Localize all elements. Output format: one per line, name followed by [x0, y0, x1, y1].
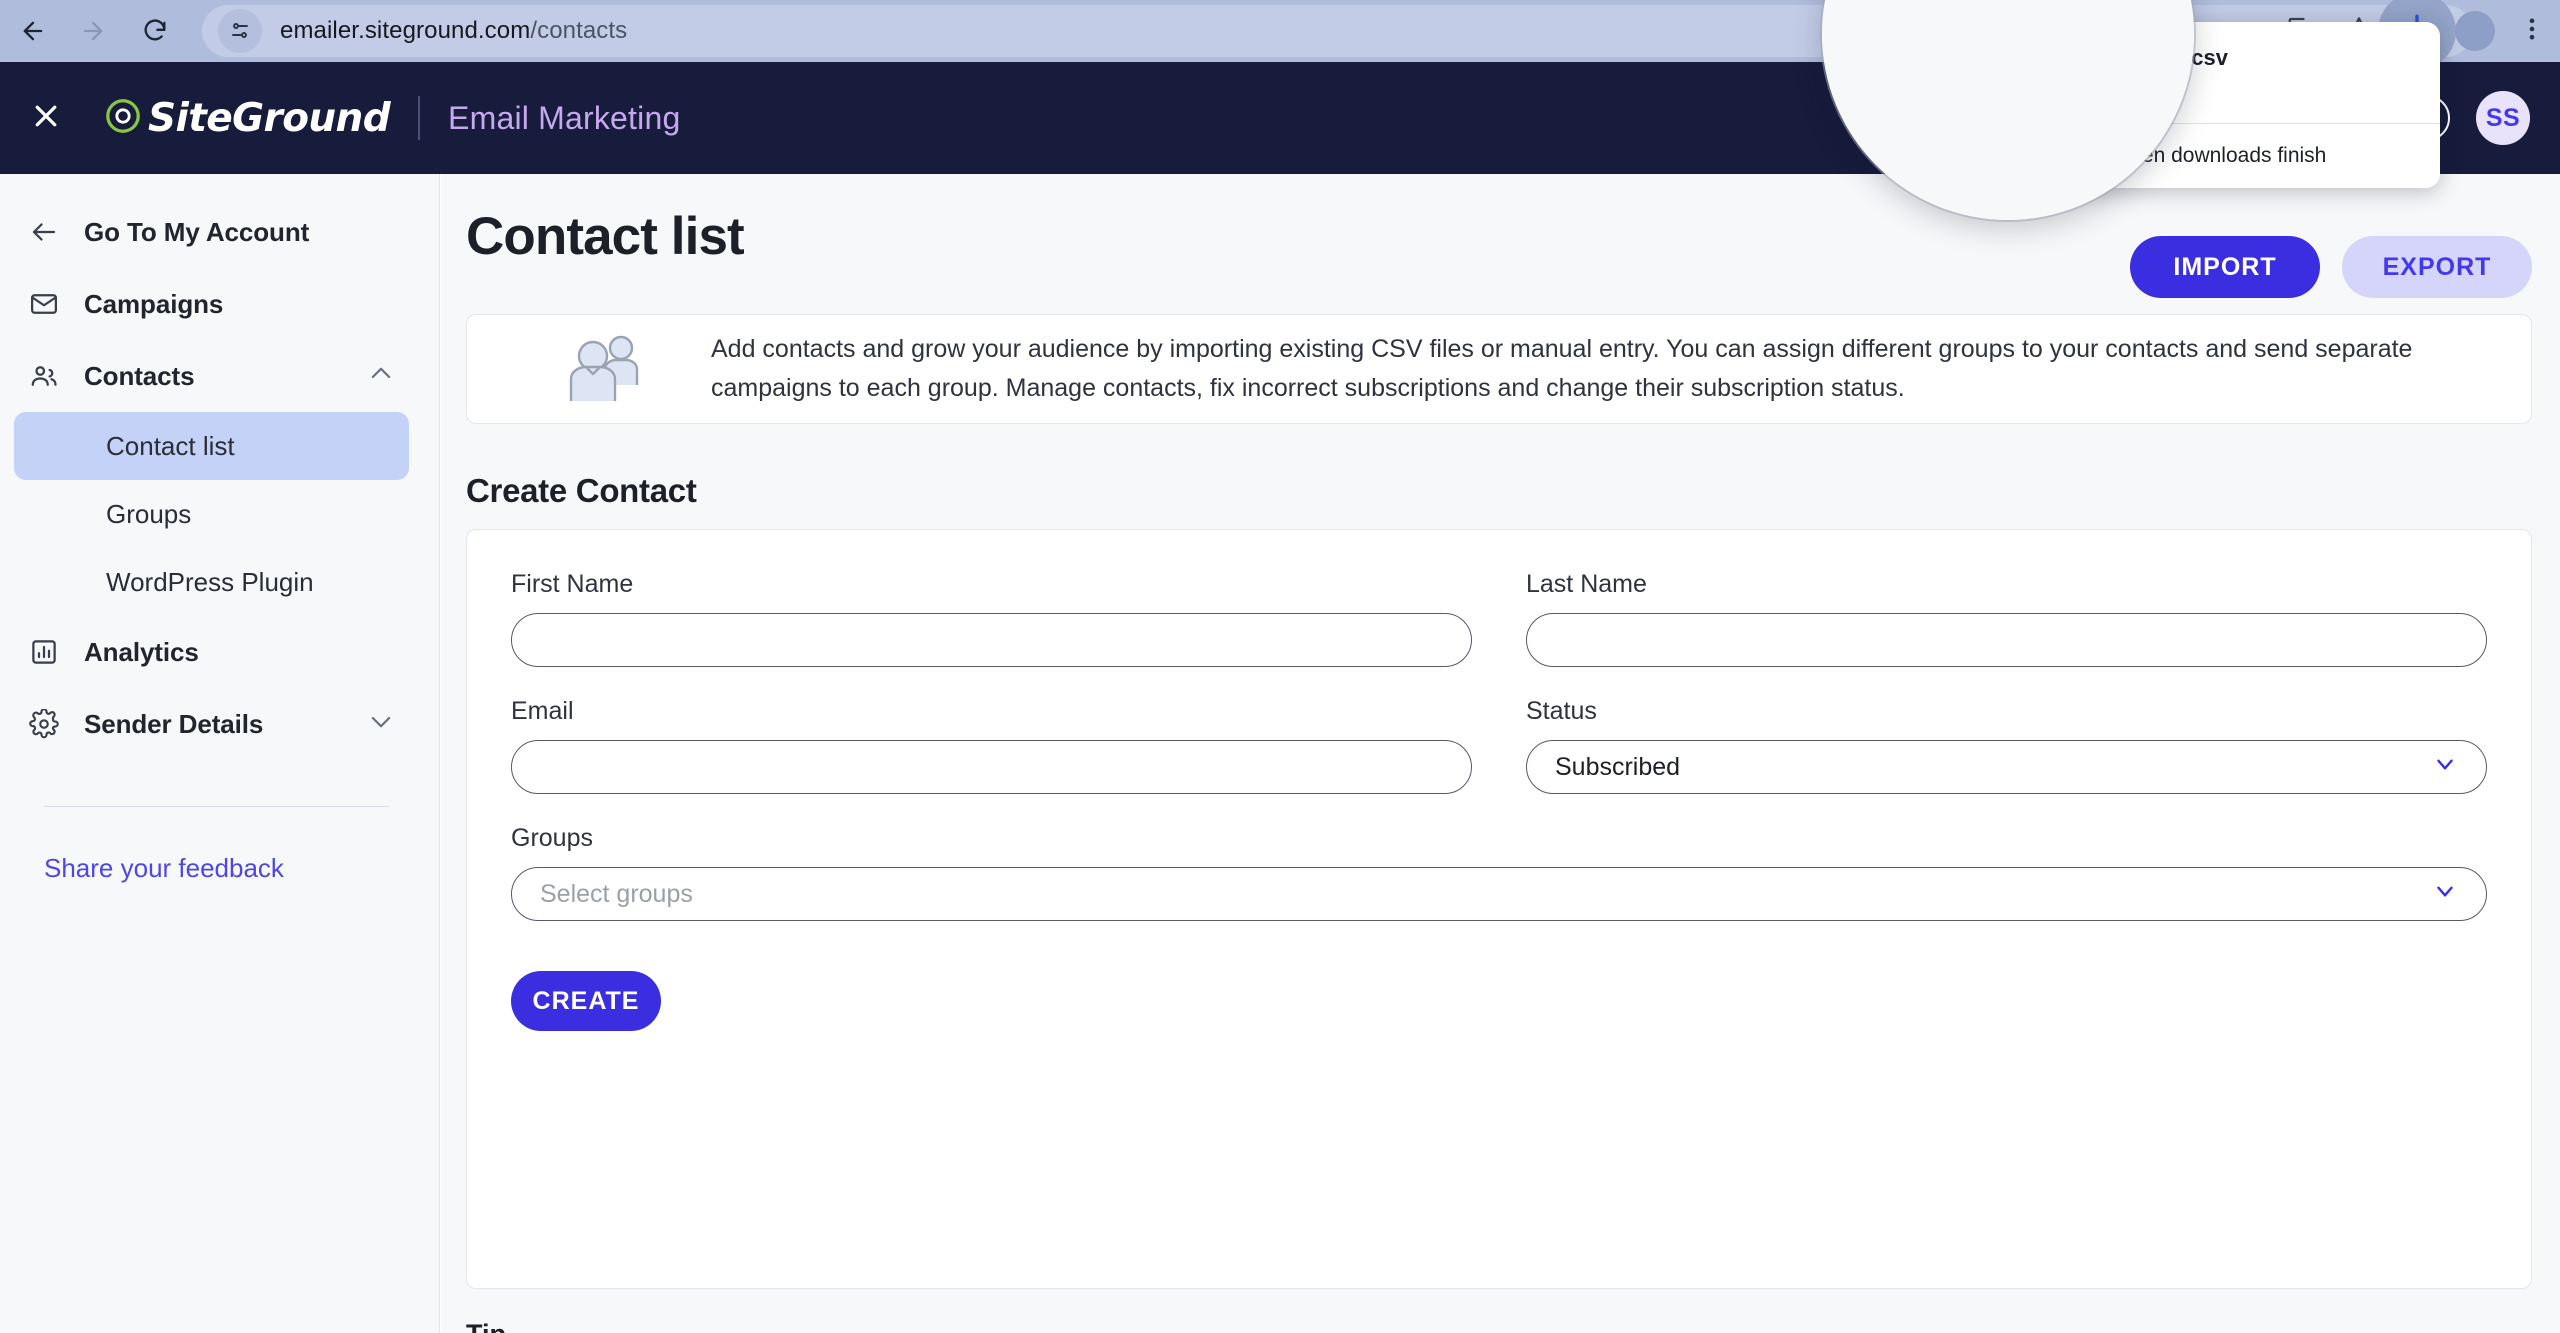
- three-dot-menu-icon: [2518, 15, 2546, 48]
- last-name-field-group: Last Name: [1526, 570, 2487, 667]
- chevron-down-icon: [2432, 751, 2458, 784]
- tip-section: Tip Adding groups to your contacts and u…: [466, 1319, 2532, 1333]
- first-name-input[interactable]: [511, 613, 1472, 667]
- sidebar-item-label: Sender Details: [84, 708, 264, 739]
- export-button[interactable]: EXPORT: [2342, 236, 2532, 298]
- arrow-left-icon: [19, 17, 47, 45]
- people-icon: [24, 356, 64, 396]
- sidebar-item-label: Campaigns: [84, 288, 224, 319]
- main-content: Contact list IMPORT EXPORT Add contacts …: [441, 174, 2560, 1333]
- last-name-input[interactable]: [1526, 613, 2487, 667]
- arrow-right-icon: [79, 17, 107, 45]
- profile-button[interactable]: [2446, 2, 2504, 60]
- header-divider: [418, 96, 421, 140]
- export-button-label: EXPORT: [2382, 252, 2492, 281]
- sidebar-item-label: Go To My Account: [84, 216, 310, 247]
- groups-select-placeholder: Select groups: [540, 879, 693, 908]
- import-button-label: IMPORT: [2173, 252, 2277, 281]
- sidebar-item-go-to-my-account[interactable]: Go To My Account: [0, 196, 439, 268]
- browser-menu-button[interactable]: [2504, 2, 2560, 60]
- sidebar: Go To My Account Campaigns Contacts Cont…: [0, 174, 440, 1333]
- url-path: /contacts: [530, 17, 628, 44]
- avatar-initials: SS: [2485, 103, 2521, 132]
- status-field-group: Status Subscribed: [1526, 697, 2487, 794]
- arrow-left-icon: [24, 212, 64, 252]
- page-title: Contact list: [466, 207, 745, 266]
- groups-field-group: Groups Select groups: [511, 824, 2487, 921]
- magnifier-lens: csv_export (8).csv 2,155 B • Done Don't …: [1822, 0, 2194, 220]
- magnified-page-bg: [1822, 0, 2194, 220]
- create-button[interactable]: CREATE: [511, 971, 661, 1031]
- avatar[interactable]: SS: [2476, 91, 2530, 145]
- envelope-icon: [24, 284, 64, 324]
- gear-icon: [24, 704, 64, 744]
- email-input[interactable]: [511, 740, 1472, 794]
- sidebar-subitem-label: WordPress Plugin: [106, 566, 314, 597]
- share-feedback-link[interactable]: Share your feedback: [0, 853, 439, 884]
- sidebar-item-analytics[interactable]: Analytics: [0, 616, 439, 688]
- chevron-down-icon: [2432, 878, 2458, 911]
- two-people-illustration-icon: [559, 329, 655, 410]
- sidebar-item-sender-details[interactable]: Sender Details: [0, 688, 439, 760]
- status-select-value: Subscribed: [1555, 752, 1681, 781]
- status-select[interactable]: Subscribed: [1526, 740, 2487, 794]
- site-settings-icon[interactable]: [218, 9, 262, 53]
- sidebar-item-wordpress-plugin[interactable]: WordPress Plugin: [14, 548, 409, 616]
- back-button[interactable]: [6, 4, 60, 58]
- last-name-label: Last Name: [1526, 570, 1647, 598]
- brand-name: SiteGround: [148, 95, 391, 141]
- profile-avatar-icon: [2455, 11, 2495, 51]
- page-actions: IMPORT EXPORT: [2130, 236, 2532, 298]
- app-title: Email Marketing: [448, 99, 681, 136]
- first-name-field-group: First Name: [511, 570, 1472, 667]
- reload-button[interactable]: [128, 4, 182, 58]
- info-banner: Add contacts and grow your audience by i…: [466, 314, 2532, 424]
- sidebar-item-label: Analytics: [84, 636, 199, 667]
- url-text: emailer.siteground.com/contacts: [280, 17, 627, 45]
- sidebar-item-campaigns[interactable]: Campaigns: [0, 268, 439, 340]
- reload-icon: [141, 17, 169, 45]
- groups-select[interactable]: Select groups: [511, 867, 2487, 921]
- sidebar-subitem-label: Groups: [106, 498, 192, 529]
- sidebar-subitem-label: Contact list: [106, 430, 235, 461]
- sidebar-item-label: Contacts: [84, 360, 195, 391]
- import-button[interactable]: IMPORT: [2130, 236, 2320, 298]
- create-contact-form: First Name Last Name Email Status Subscr…: [466, 529, 2532, 1289]
- bar-chart-icon: [24, 632, 64, 672]
- siteground-logo-icon: [104, 97, 142, 140]
- sidebar-item-groups[interactable]: Groups: [14, 480, 409, 548]
- form-grid: First Name Last Name Email Status Subscr…: [511, 570, 2487, 921]
- sidebar-item-contacts[interactable]: Contacts: [0, 340, 439, 412]
- tip-title: Tip: [466, 1319, 2532, 1333]
- groups-label: Groups: [511, 824, 593, 852]
- close-app-button[interactable]: [18, 90, 74, 146]
- sidebar-item-contact-list[interactable]: Contact list: [14, 412, 409, 480]
- chevron-down-icon[interactable]: [367, 708, 395, 741]
- info-banner-text: Add contacts and grow your audience by i…: [711, 335, 2413, 402]
- email-field-group: Email: [511, 697, 1472, 794]
- magnifier-content: csv_export (8).csv 2,155 B • Done Don't …: [1822, 0, 2194, 220]
- sidebar-divider: [44, 806, 389, 807]
- section-title-create-contact: Create Contact: [466, 472, 697, 509]
- email-label: Email: [511, 697, 574, 725]
- url-host: emailer.siteground.com: [280, 17, 531, 44]
- chevron-up-icon[interactable]: [367, 360, 395, 393]
- first-name-label: First Name: [511, 570, 634, 598]
- close-icon: [31, 101, 61, 136]
- brand-logo[interactable]: SiteGround: [104, 95, 391, 141]
- forward-button[interactable]: [66, 4, 120, 58]
- status-label: Status: [1526, 697, 1597, 725]
